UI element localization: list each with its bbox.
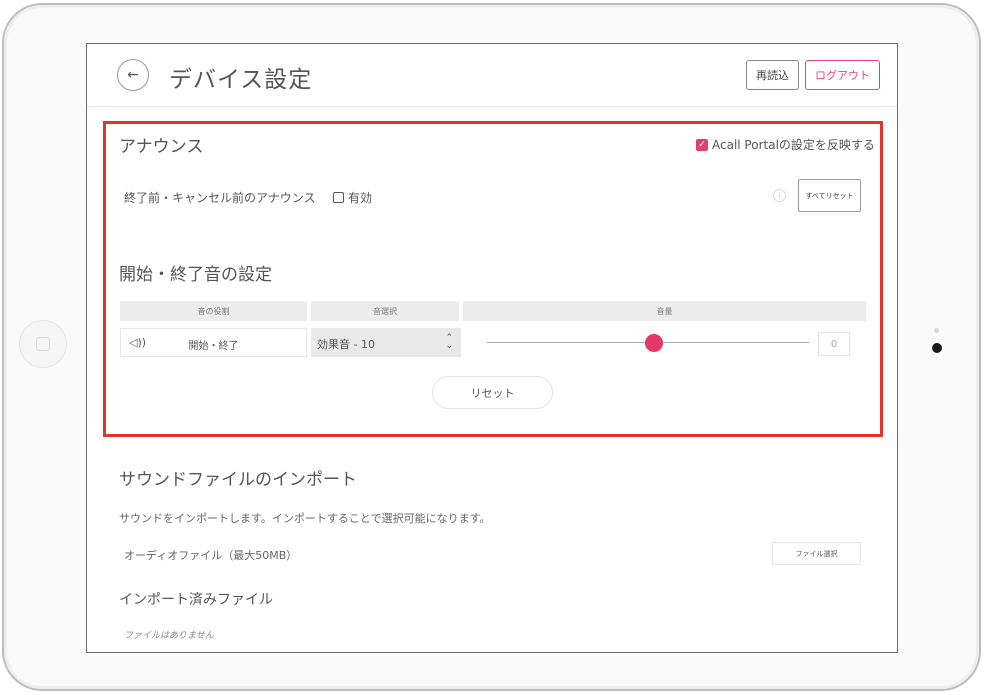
reset-button[interactable]: リセット — [432, 376, 553, 409]
column-header-role: 音の役割 — [120, 301, 307, 321]
import-description: サウンドをインポートします。インポートすることで選択可能になります。 — [119, 512, 491, 525]
checkbox-checked-icon: ✓ — [696, 138, 708, 151]
sound-select[interactable]: 効果音 - 10 ⌃ ⌄ — [311, 328, 461, 357]
info-icon[interactable]: i — [773, 189, 786, 202]
header-bar: ← デバイス設定 再読込 ログアウト — [87, 44, 897, 107]
reflect-portal-checkbox[interactable]: ✓ Acall Portalの設定を反映する — [696, 136, 875, 153]
logout-button[interactable]: ログアウト — [805, 60, 880, 90]
camera-dot — [932, 343, 942, 353]
no-files-text: ファイルはありません — [124, 631, 214, 641]
checkbox-unchecked-icon — [333, 192, 344, 203]
arrow-left-icon: ← — [127, 67, 139, 83]
column-header-volume: 音量 — [463, 301, 866, 321]
reset-all-button[interactable]: すべてリセット — [798, 179, 861, 212]
enable-label: 有効 — [348, 191, 373, 205]
audio-file-label: オーディオファイル（最大50MB） — [124, 549, 298, 562]
sensor-dot — [934, 328, 939, 333]
sound-select-value: 効果音 - 10 — [317, 338, 375, 351]
volume-value-input[interactable]: 0 — [818, 332, 850, 356]
select-updown-icon: ⌃ ⌄ — [445, 333, 453, 351]
app-screen: ← デバイス設定 再読込 ログアウト アナウンス ✓ Acall Portalの… — [86, 43, 898, 653]
enable-checkbox[interactable]: 有効 — [333, 189, 372, 206]
page-title: デバイス設定 — [169, 67, 313, 93]
announce-title: アナウンス — [119, 137, 204, 157]
column-header-selection: 音選択 — [311, 301, 459, 321]
imported-files-title: インポート済みファイル — [119, 592, 273, 608]
back-button[interactable]: ← — [117, 59, 149, 91]
reload-button[interactable]: 再読込 — [746, 60, 799, 90]
pre-end-announce-label: 終了前・キャンセル前のアナウンス — [124, 191, 316, 205]
sound-role-cell: ◁)) 開始・終了 — [120, 328, 307, 357]
file-select-button[interactable]: ファイル選択 — [772, 542, 861, 565]
home-button[interactable] — [19, 320, 67, 368]
sound-settings-title: 開始・終了音の設定 — [119, 265, 272, 285]
reflect-portal-label: Acall Portalの設定を反映する — [712, 138, 875, 152]
home-square-icon — [36, 337, 50, 351]
import-title: サウンドファイルのインポート — [119, 470, 357, 490]
sound-role-text: 開始・終了 — [188, 341, 239, 352]
